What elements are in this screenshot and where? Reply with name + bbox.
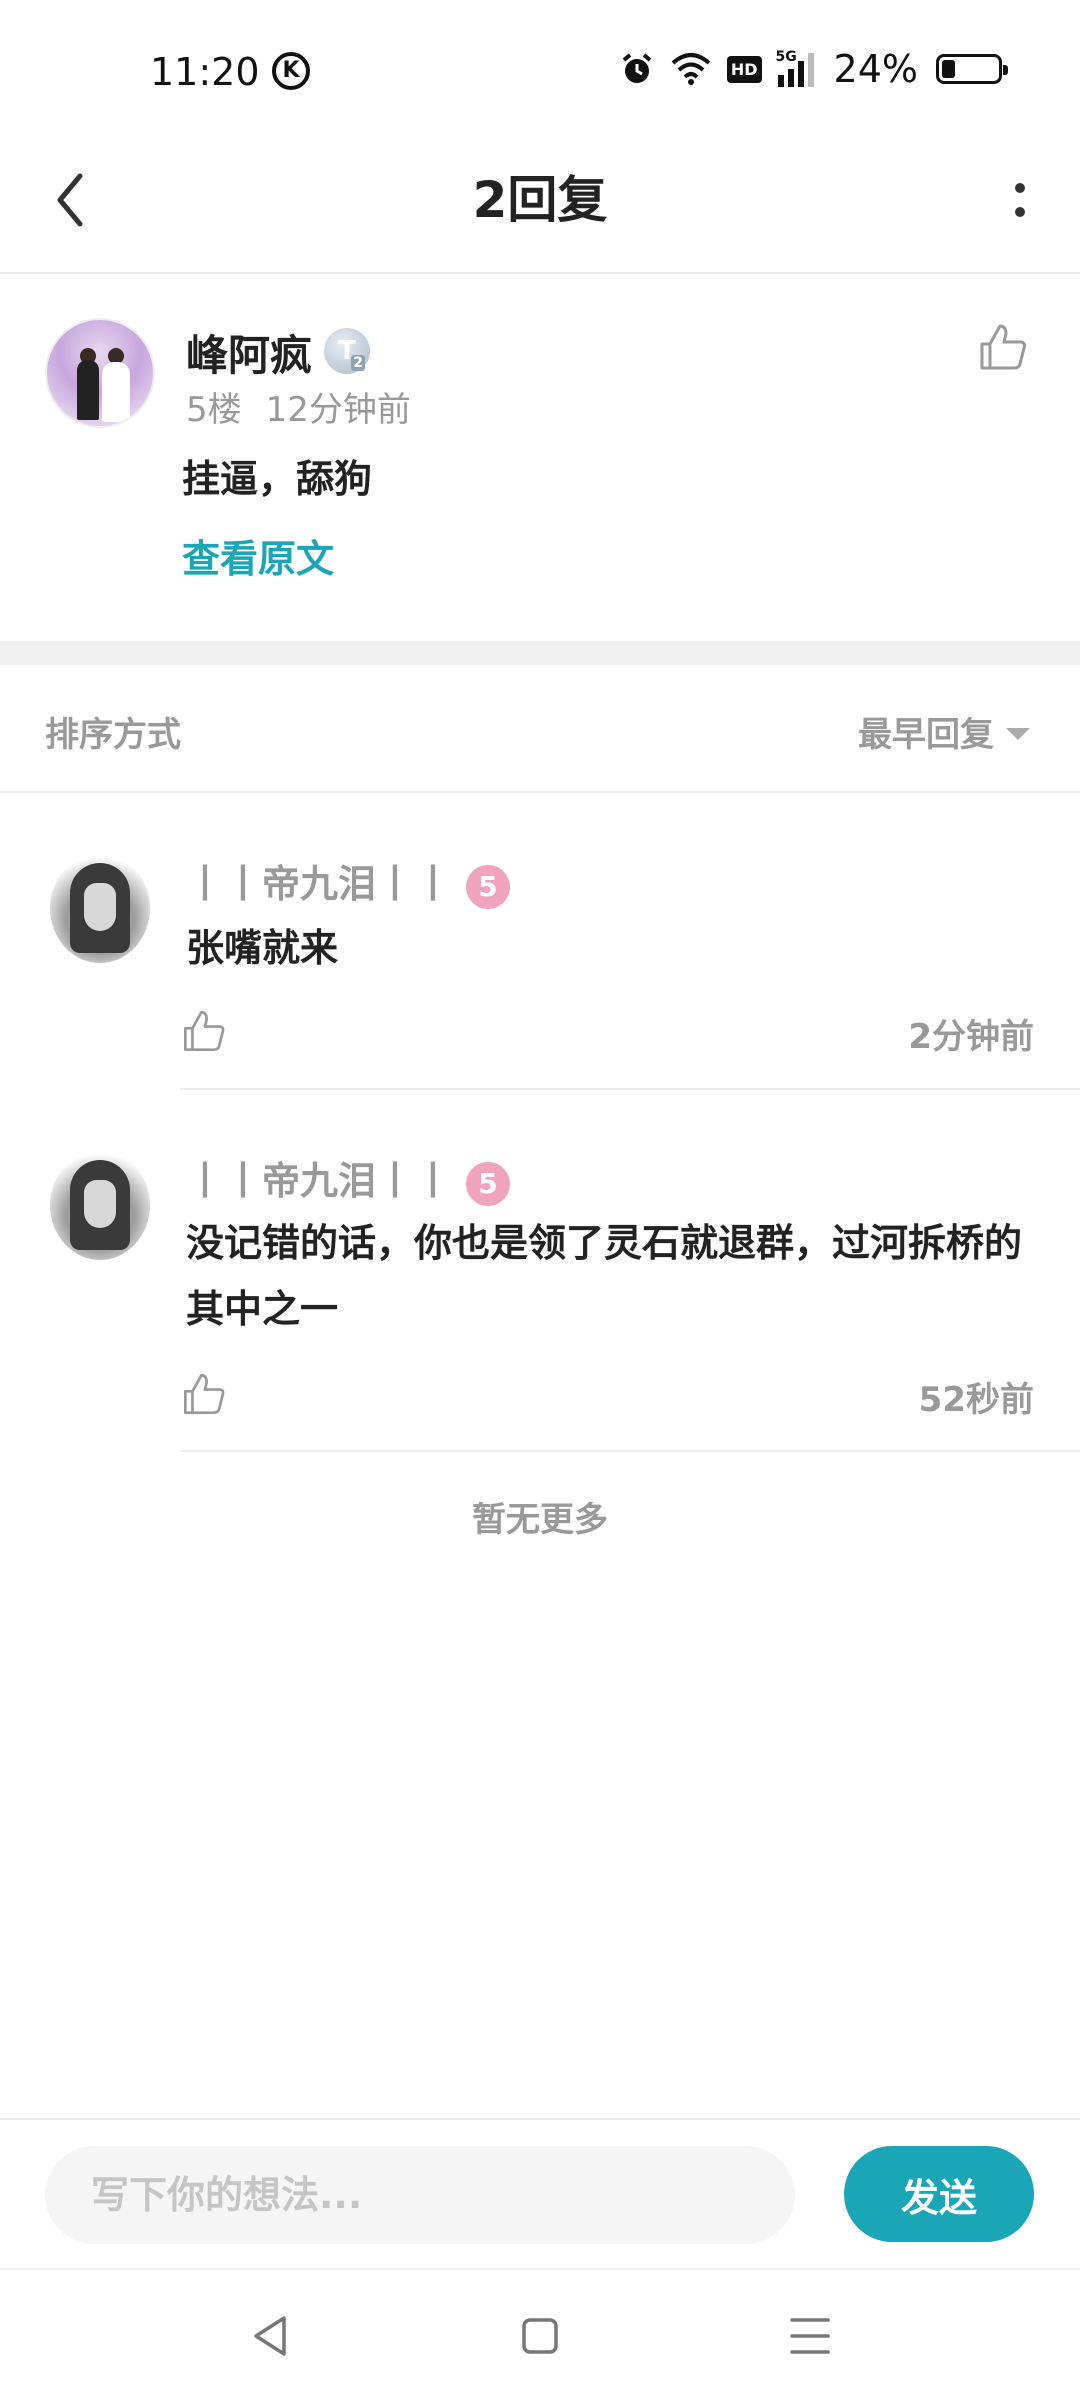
reply-author[interactable]: 丨丨帝九泪丨丨 5	[186, 1150, 511, 1206]
view-original-link[interactable]: 查看原文	[182, 528, 334, 583]
nav-menu-button[interactable]	[780, 2306, 840, 2366]
status-bar: 11:20 K HD 5G 24%	[0, 0, 1080, 130]
reply-avatar[interactable]	[50, 1150, 150, 1260]
author-avatar[interactable]	[45, 318, 155, 428]
wifi-icon	[671, 53, 711, 85]
reply-like-button[interactable]	[180, 1007, 228, 1055]
level-fire-badge-icon: 5	[466, 1161, 511, 1206]
no-more-text: 暂无更多	[472, 1500, 608, 1540]
thumbs-up-icon	[184, 1011, 225, 1051]
nav-back-button[interactable]	[240, 2306, 300, 2366]
k-app-icon: K	[272, 52, 310, 90]
reply-divider	[180, 1450, 1080, 1452]
reply-content: 没记错的话，你也是领了灵石就退群，过河拆桥的其中之一	[186, 1221, 1023, 1331]
thumbs-up-icon	[184, 1374, 225, 1414]
reply-item: 丨丨帝九泪丨丨 5 张嘴就来 2分钟前	[0, 793, 1080, 1093]
battery-fill	[942, 60, 955, 78]
level-fire-badge-icon: 5	[466, 864, 511, 909]
main-post: 峰阿疯 T 2 5楼 12分钟前 挂逼，舔狗 查看原文	[0, 276, 1080, 641]
reply-author-name: 丨丨帝九泪丨丨	[186, 1159, 453, 1203]
top-app-bar: 2回复	[0, 130, 1080, 274]
battery-icon	[936, 54, 1008, 84]
level-badge-icon: T 2	[324, 328, 370, 374]
reply-author-name: 丨丨帝九泪丨丨	[186, 862, 453, 906]
thumbs-up-icon	[980, 324, 1026, 370]
like-button[interactable]	[976, 320, 1030, 374]
alarm-icon	[622, 53, 652, 83]
status-icons: HD 5G 24%	[619, 46, 1008, 92]
post-meta: 5楼 12分钟前	[186, 382, 411, 431]
reply-content: 张嘴就来	[186, 926, 339, 970]
reply-time: 2分钟前	[908, 1017, 1034, 1057]
more-options-button[interactable]	[990, 160, 1050, 240]
system-nav-bar	[0, 2268, 1080, 2400]
reply-item: 丨丨帝九泪丨丨 5 没记错的话，你也是领了灵石就退群，过河拆桥的其中之一 52秒前	[0, 1090, 1080, 1455]
sort-selected: 最早回复	[858, 715, 994, 755]
triangle-back-icon	[254, 2316, 286, 2356]
post-content: 挂逼，舔狗	[182, 457, 373, 501]
menu-lines-icon	[790, 2318, 830, 2354]
reply-like-button[interactable]	[180, 1370, 228, 1418]
post-time: 12分钟前	[265, 390, 411, 430]
reply-avatar[interactable]	[50, 853, 150, 963]
author-name[interactable]: 峰阿疯	[186, 322, 312, 383]
level-badge-number: 2	[351, 355, 365, 371]
reply-author[interactable]: 丨丨帝九泪丨丨 5	[186, 853, 511, 909]
floor-number: 5楼	[186, 390, 242, 430]
reply-time: 52秒前	[918, 1380, 1034, 1420]
sort-dropdown[interactable]: 最早回复	[858, 707, 1030, 756]
caret-down-icon	[1006, 727, 1030, 740]
send-button[interactable]: 发送	[844, 2146, 1034, 2242]
signal-icon: 5G	[775, 49, 820, 87]
square-home-icon	[522, 2318, 558, 2354]
sort-bar: 排序方式 最早回复	[0, 665, 1080, 793]
comment-input[interactable]	[45, 2146, 795, 2244]
more-vertical-icon	[1015, 183, 1025, 217]
battery-percent: 24%	[833, 47, 918, 91]
page-title: 2回复	[472, 171, 608, 229]
section-divider	[0, 641, 1080, 665]
hd-icon: HD	[726, 55, 762, 83]
sort-label: 排序方式	[45, 715, 181, 755]
comment-bar: 发送	[0, 2118, 1080, 2268]
nav-home-button[interactable]	[510, 2306, 570, 2366]
reply-detail-page: 11:20 K HD 5G 24% 2回复 峰阿疯 T 2 5楼 12分钟前 挂…	[0, 0, 1080, 2400]
status-time: 11:20	[150, 50, 260, 94]
network-type: 5G	[775, 49, 797, 65]
